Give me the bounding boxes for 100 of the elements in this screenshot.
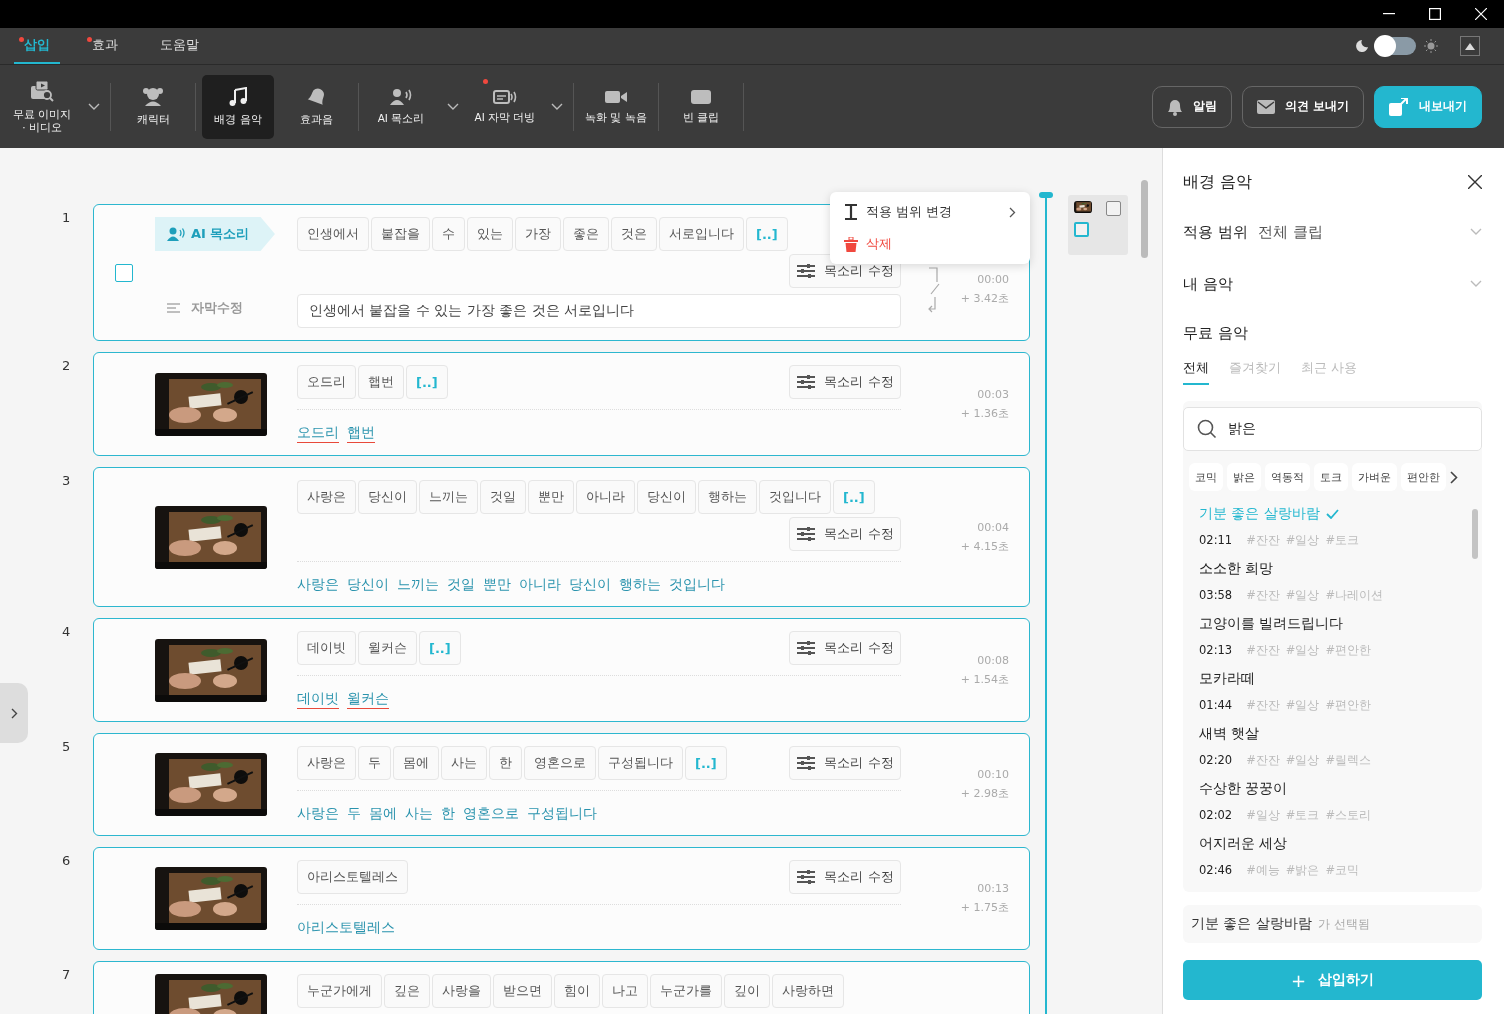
toolbar-button[interactable]: 캐릭터	[117, 74, 189, 139]
toolbar-button[interactable]: 빈 클립	[665, 74, 737, 139]
music-item[interactable]: 기분 좋은 살랑바람 02:11 #잔잔 #일상 #토크	[1199, 505, 1466, 560]
word-chip[interactable]: 누군가를	[649, 974, 722, 1008]
word-chip[interactable]: 것일	[479, 480, 526, 514]
word-chip[interactable]: 나고	[601, 974, 648, 1008]
word-chip[interactable]: 두	[357, 746, 391, 780]
edit-voice-button[interactable]: 목소리 수정	[788, 517, 901, 551]
subtitle-word[interactable]: 뿐만	[482, 576, 511, 594]
header-button[interactable]: 의견 보내기	[1241, 85, 1364, 128]
word-chip[interactable]: 윌커슨	[357, 631, 417, 665]
word-chip[interactable]: 사랑은	[296, 480, 356, 514]
my-music-dropdown[interactable]: 내 음악	[1183, 258, 1482, 310]
theme-toggle[interactable]	[1376, 37, 1416, 55]
scope-dropdown[interactable]: 적용 범위 전체 클립	[1183, 206, 1482, 258]
subtitle-word[interactable]: 사는	[404, 805, 433, 823]
word-chip[interactable]: 데이빗	[296, 631, 356, 665]
category-chip[interactable]: 토크	[1314, 463, 1348, 491]
word-chip[interactable]: 깊은	[383, 974, 430, 1008]
chevron-right-icon[interactable]	[1450, 470, 1458, 484]
edit-voice-button[interactable]: 목소리 수정	[788, 631, 901, 665]
subtitle-word[interactable]: 당신이	[346, 576, 389, 594]
search-field[interactable]: 밝은	[1183, 407, 1482, 451]
category-chip[interactable]: 밝은	[1227, 463, 1261, 491]
category-chip[interactable]: 역동적	[1265, 463, 1310, 491]
word-chip[interactable]: 사랑을	[431, 974, 491, 1008]
subtitle-word[interactable]: 아리스토텔레스	[296, 919, 395, 937]
word-chip[interactable]: 붙잡을	[370, 217, 430, 251]
header-button[interactable]: 알림	[1151, 85, 1232, 128]
subtitle-word[interactable]: 것입니다	[668, 576, 725, 594]
word-chip[interactable]: 깊이	[723, 974, 770, 1008]
word-chip[interactable]: 당신이	[357, 480, 417, 514]
subtitle-word[interactable]: 행하는	[618, 576, 661, 594]
toolbar-button[interactable]: 배경 음악	[202, 74, 274, 139]
subtitle-word[interactable]: 느끼는	[396, 576, 439, 594]
subtitle-word[interactable]: 오드리	[296, 424, 339, 443]
word-chip[interactable]: 몸에	[392, 746, 439, 780]
word-chip[interactable]: 햅번	[357, 365, 404, 399]
word-chip[interactable]: 것은	[610, 217, 657, 251]
word-chip[interactable]: 뿐만	[527, 480, 574, 514]
word-chip[interactable]: 것입니다	[758, 480, 831, 514]
word-chip[interactable]: 받으면	[492, 974, 552, 1008]
word-chip[interactable]: 수	[431, 217, 465, 251]
subtitle-field[interactable]: 인생에서 붙잡을 수 있는 가장 좋은 것은 서로입니다	[296, 294, 901, 328]
word-chip[interactable]: 있는	[466, 217, 513, 251]
subtitle-word[interactable]: 사랑은	[296, 576, 339, 594]
toolbar-button[interactable]: AI 목소리	[365, 74, 437, 139]
word-chip[interactable]: 사랑하면	[771, 974, 844, 1008]
subtitle-word[interactable]: 것일	[446, 576, 475, 594]
word-chip[interactable]: 좋은	[562, 217, 609, 251]
category-chip[interactable]: 코믹	[1189, 463, 1223, 491]
edit-voice-button[interactable]: 목소리 수정	[788, 860, 901, 894]
menu-tab[interactable]: 효과	[82, 28, 128, 64]
subtitle-word[interactable]: 햅번	[346, 424, 375, 443]
toolbar-button[interactable]: 무료 이미지 · 비디오	[6, 74, 78, 139]
subtitle-word[interactable]: 사랑은	[296, 805, 339, 823]
word-chip[interactable]: 구성됩니다	[597, 746, 683, 780]
word-chip[interactable]: 인생에서	[296, 217, 369, 251]
subtitle-word[interactable]: 아니라	[518, 576, 561, 594]
checkbox[interactable]	[1074, 222, 1089, 237]
word-chip[interactable]: 가장	[514, 217, 561, 251]
collapse-button[interactable]	[1460, 36, 1480, 56]
word-chip[interactable]: 느끼는	[418, 480, 478, 514]
toolbar-button[interactable]: AI 자막 더빙	[469, 74, 541, 139]
word-chip[interactable]: 오드리	[296, 365, 356, 399]
subtitle-word[interactable]: 데이빗	[296, 690, 339, 709]
music-tab[interactable]: 전체	[1183, 359, 1209, 385]
category-chip[interactable]: 편안한	[1401, 463, 1446, 491]
music-item[interactable]: 고양이를 빌려드립니다 02:13 #잔잔 #일상 #편안한	[1199, 615, 1466, 670]
scrollbar-thumb[interactable]	[1141, 180, 1148, 258]
subtitle-word[interactable]: 구성됩니다	[526, 805, 597, 823]
word-chip[interactable]: 아리스토텔레스	[296, 860, 408, 894]
toolbar-button[interactable]: 효과음	[280, 74, 352, 139]
menu-item[interactable]: 적용 범위 변경	[830, 196, 1030, 228]
word-chip[interactable]: 서로입니다	[658, 217, 744, 251]
checkbox[interactable]	[1106, 201, 1121, 216]
subtitle-word[interactable]: 당신이	[568, 576, 611, 594]
word-chip[interactable]: 힘이	[553, 974, 600, 1008]
word-chip[interactable]: 영혼으로	[523, 746, 596, 780]
subtitle-word[interactable]: 한	[440, 805, 455, 823]
subtitle-word[interactable]: 몸에	[368, 805, 397, 823]
scrollbar-thumb[interactable]	[1472, 509, 1478, 559]
word-chip[interactable]: 아니라	[575, 480, 635, 514]
word-chip[interactable]: 사랑은	[296, 746, 356, 780]
music-item[interactable]: 수상한 꿍꿍이 02:02 #일상 #토크 #스토리	[1199, 780, 1466, 835]
word-chip[interactable]: 사는	[440, 746, 487, 780]
music-item[interactable]: 모카라떼 01:44 #잔잔 #일상 #편안한	[1199, 670, 1466, 725]
music-item[interactable]: 새벽 햇살 02:20 #잔잔 #일상 #릴렉스	[1199, 725, 1466, 780]
edit-voice-button[interactable]: 목소리 수정	[788, 365, 901, 399]
close-button[interactable]	[1468, 175, 1482, 189]
music-item[interactable]: 어지러운 세상 02:46 #예능 #밝은 #코믹	[1199, 835, 1466, 890]
music-item[interactable]: 소소한 희망 03:58 #잔잔 #일상 #나레이션	[1199, 560, 1466, 615]
subtitle-word[interactable]: 윌커슨	[346, 690, 389, 709]
checkbox[interactable]	[114, 263, 133, 282]
category-chip[interactable]: 가벼운	[1352, 463, 1397, 491]
word-chip[interactable]: 행하는	[697, 480, 757, 514]
subtitle-word[interactable]: 영혼으로	[462, 805, 519, 823]
word-chip[interactable]: 한	[488, 746, 522, 780]
word-chip[interactable]: 누군가에게	[296, 974, 382, 1008]
toolbar-button[interactable]: 녹화 및 녹음	[580, 74, 652, 139]
